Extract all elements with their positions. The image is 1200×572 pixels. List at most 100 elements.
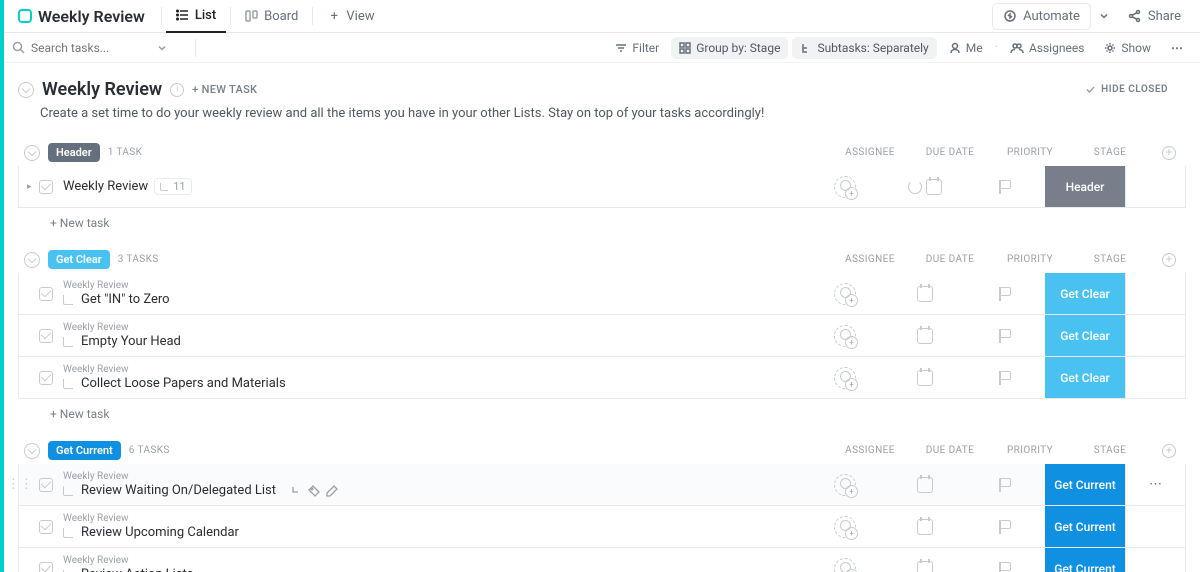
add-task-button[interactable]: + New task: [18, 399, 1186, 425]
share-button[interactable]: Share: [1117, 3, 1192, 30]
collapse-group-button[interactable]: [24, 443, 40, 459]
col-priority: PRIORITY: [990, 445, 1070, 456]
priority-cell[interactable]: [965, 315, 1045, 356]
automate-dropdown[interactable]: [1090, 5, 1117, 27]
complete-checkbox[interactable]: [39, 371, 53, 385]
task-row[interactable]: ○⋮⋮ ▸ Weekly Review Review Action Lists …: [18, 548, 1186, 572]
stage-pill[interactable]: Get Current: [48, 441, 121, 460]
priority-cell[interactable]: [965, 506, 1045, 547]
stage-cell[interactable]: Get Clear: [1045, 357, 1125, 398]
collapse-group-button[interactable]: [24, 145, 40, 161]
assignee-avatar[interactable]: [834, 283, 856, 305]
tab-list[interactable]: List: [166, 0, 226, 33]
complete-checkbox[interactable]: [39, 329, 53, 343]
assignee-cell[interactable]: [805, 273, 885, 314]
task-row[interactable]: ○⋮⋮ ▸ Weekly Review Collect Loose Papers…: [18, 357, 1186, 399]
stage-cell[interactable]: Get Clear: [1045, 315, 1125, 356]
priority-cell[interactable]: [965, 357, 1045, 398]
priority-cell[interactable]: [965, 548, 1045, 572]
search-box[interactable]: [12, 41, 187, 55]
complete-checkbox[interactable]: [39, 180, 53, 194]
me-button[interactable]: Me: [941, 37, 991, 59]
me-label: Me: [966, 41, 983, 55]
add-task-button[interactable]: + New task: [18, 208, 1186, 234]
task-breadcrumb: Weekly Review: [63, 555, 805, 566]
assignee-cell[interactable]: [805, 357, 885, 398]
task-row[interactable]: ○⋮⋮ ▸ Weekly Review Review Upcoming Cale…: [18, 506, 1186, 548]
col-due: DUE DATE: [910, 254, 990, 265]
due-date-cell[interactable]: [885, 357, 965, 398]
info-icon[interactable]: i: [170, 83, 184, 97]
edit-icon[interactable]: [326, 485, 338, 497]
due-date-cell[interactable]: [885, 548, 965, 572]
assignee-avatar[interactable]: [834, 176, 856, 198]
row-more-button[interactable]: ⋯: [1149, 477, 1162, 492]
expand-icon[interactable]: ▸: [27, 182, 37, 192]
flag-icon: [999, 180, 1011, 194]
add-column-button[interactable]: +: [1162, 146, 1176, 160]
add-column-button[interactable]: +: [1162, 253, 1176, 267]
priority-cell[interactable]: [965, 273, 1045, 314]
list-description: Create a set time to do your weekly revi…: [4, 104, 1200, 139]
assignee-cell[interactable]: [805, 166, 885, 207]
assignee-cell[interactable]: [805, 548, 885, 572]
due-date-cell[interactable]: [885, 506, 965, 547]
stage-cell[interactable]: Header: [1045, 166, 1125, 207]
group-by-button[interactable]: Group by: Stage: [671, 37, 788, 59]
task-row[interactable]: ○⋮⋮ ▸ Weekly Review Review Waiting On/De…: [18, 464, 1186, 506]
subtask-count[interactable]: 11: [154, 178, 191, 195]
col-priority: PRIORITY: [990, 254, 1070, 265]
collapse-list-button[interactable]: [18, 82, 34, 98]
tag-icon[interactable]: [308, 485, 320, 497]
stage-cell[interactable]: Get Current: [1045, 548, 1125, 572]
assignee-avatar[interactable]: [834, 474, 856, 496]
assignee-avatar[interactable]: [834, 558, 856, 572]
stage-cell[interactable]: Get Current: [1045, 506, 1125, 547]
automate-button[interactable]: Automate: [992, 3, 1091, 30]
chevron-down-icon[interactable]: [157, 43, 167, 53]
plus-icon: +: [327, 9, 341, 23]
assignees-button[interactable]: Assignees: [1002, 37, 1092, 59]
due-date-cell[interactable]: [885, 273, 965, 314]
complete-checkbox[interactable]: [39, 562, 53, 572]
task-row[interactable]: ○⋮⋮ ▸ Weekly Review Get "IN" to Zero Get…: [18, 273, 1186, 315]
assignee-cell[interactable]: [805, 315, 885, 356]
search-input[interactable]: [31, 41, 151, 55]
assignee-avatar[interactable]: [834, 367, 856, 389]
stage-cell[interactable]: Get Current: [1045, 464, 1125, 505]
assignee-avatar[interactable]: [834, 325, 856, 347]
board-icon: [245, 9, 259, 23]
due-date-cell[interactable]: [885, 166, 965, 207]
task-name: Review Waiting On/Delegated List: [81, 483, 276, 498]
due-date-cell[interactable]: [885, 464, 965, 505]
col-assignee: ASSIGNEE: [830, 147, 910, 158]
stage-pill[interactable]: Header: [48, 143, 100, 162]
task-name: Weekly Review: [63, 179, 148, 194]
add-column-button[interactable]: +: [1162, 444, 1176, 458]
more-button[interactable]: ⋯: [1163, 37, 1192, 59]
assignee-cell[interactable]: [805, 464, 885, 505]
task-row[interactable]: ○⋮⋮ ▸ Weekly Review 11 Header: [18, 166, 1186, 208]
assignee-avatar[interactable]: [834, 516, 856, 538]
subtasks-button[interactable]: Subtasks: Separately: [792, 37, 936, 59]
hide-closed-button[interactable]: HIDE CLOSED: [1085, 84, 1186, 95]
tab-board[interactable]: Board: [235, 0, 308, 33]
row-actions: [1125, 273, 1185, 314]
new-task-button[interactable]: + NEW TASK: [192, 83, 257, 96]
task-row[interactable]: ○⋮⋮ ▸ Weekly Review Empty Your Head Get …: [18, 315, 1186, 357]
priority-cell[interactable]: [965, 464, 1045, 505]
tab-add-view[interactable]: + View: [317, 0, 384, 33]
collapse-group-button[interactable]: [24, 252, 40, 268]
assignee-cell[interactable]: [805, 506, 885, 547]
complete-checkbox[interactable]: [39, 287, 53, 301]
filter-button[interactable]: Filter: [607, 37, 667, 59]
due-date-cell[interactable]: [885, 315, 965, 356]
complete-checkbox[interactable]: [39, 478, 53, 492]
group-header: Header 1 TASK ASSIGNEE DUE DATE PRIORITY…: [18, 139, 1186, 166]
complete-checkbox[interactable]: [39, 520, 53, 534]
show-button[interactable]: Show: [1096, 37, 1159, 59]
priority-cell[interactable]: [965, 166, 1045, 207]
stage-pill[interactable]: Get Clear: [48, 250, 110, 269]
stage-cell[interactable]: Get Clear: [1045, 273, 1125, 314]
subtask-action-icon[interactable]: [290, 485, 302, 497]
